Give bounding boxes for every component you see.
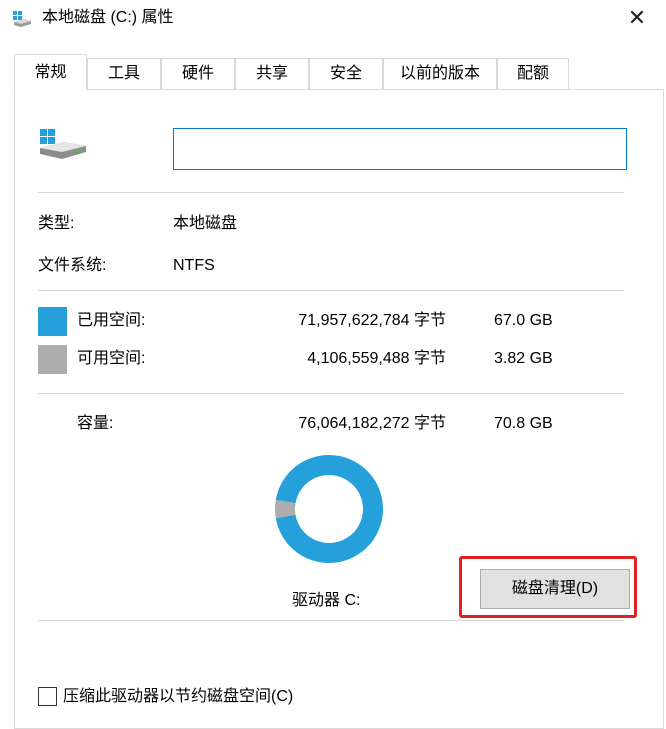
free-space-size: 3.82 GB — [494, 350, 553, 367]
used-space-size: 67.0 GB — [494, 312, 553, 329]
tab-sharing[interactable]: 共享 — [235, 58, 309, 90]
type-value: 本地磁盘 — [173, 215, 238, 232]
separator — [38, 393, 624, 394]
general-panel — [14, 89, 664, 729]
free-space-bytes: 4,106,559,488 字节 — [307, 350, 446, 367]
windows-drive-icon — [40, 129, 86, 159]
tab-tools[interactable]: 工具 — [87, 58, 161, 90]
separator — [38, 192, 624, 193]
tab-security[interactable]: 安全 — [309, 58, 383, 90]
disk-cleanup-label: 磁盘清理(D) — [511, 580, 599, 597]
type-label: 类型: — [38, 215, 75, 232]
tab-quota[interactable]: 配额 — [497, 58, 569, 90]
capacity-bytes: 76,064,182,272 字节 — [298, 415, 446, 432]
compress-checkbox-label[interactable]: 压缩此驱动器以节约磁盘空间(C) — [63, 687, 293, 707]
filesystem-label: 文件系统: — [38, 257, 107, 274]
free-space-swatch — [38, 345, 67, 374]
used-space-bytes: 71,957,622,784 字节 — [298, 312, 446, 329]
separator — [38, 620, 624, 621]
tab-general[interactable]: 常规 — [14, 54, 87, 91]
title-bar: 本地磁盘 (C:) 属性 ✕ — [0, 0, 666, 40]
capacity-label: 容量: — [77, 415, 114, 432]
used-space-label: 已用空间: — [77, 312, 146, 329]
tab-hardware[interactable]: 硬件 — [161, 58, 235, 90]
separator — [38, 290, 624, 291]
compress-checkbox[interactable] — [38, 687, 57, 706]
disk-usage-donut — [275, 455, 383, 563]
close-button[interactable]: ✕ — [622, 4, 652, 32]
disk-cleanup-button[interactable]: 磁盘清理(D) — [480, 569, 630, 609]
free-space-label: 可用空间: — [77, 350, 146, 367]
drive-icon — [13, 11, 31, 27]
used-space-swatch — [38, 307, 67, 336]
volume-label-input[interactable] — [173, 128, 627, 170]
filesystem-value: NTFS — [173, 257, 215, 274]
window-title: 本地磁盘 (C:) 属性 — [42, 9, 174, 26]
close-icon: ✕ — [627, 5, 647, 30]
capacity-size: 70.8 GB — [494, 415, 553, 432]
drive-caption: 驱动器 C: — [292, 592, 361, 609]
tab-previous-versions[interactable]: 以前的版本 — [383, 58, 497, 90]
